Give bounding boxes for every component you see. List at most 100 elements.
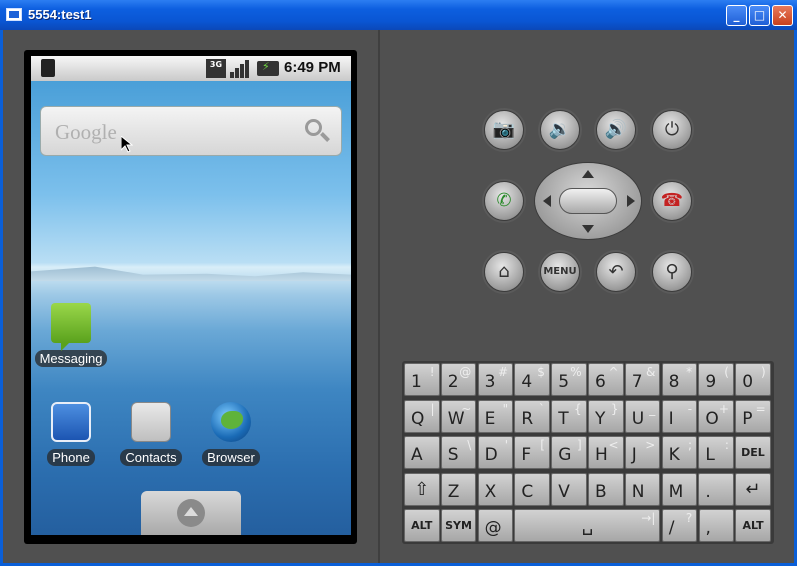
power-icon: ⏻	[664, 119, 680, 140]
key-row2-2[interactable]: E "	[477, 399, 514, 433]
key-row3-0[interactable]: A	[404, 436, 440, 469]
status-bar[interactable]: 3G 6:49 PM	[31, 56, 351, 81]
key-row1-8[interactable]: 9(	[698, 363, 734, 396]
key-row5-1[interactable]: SYM	[440, 509, 477, 542]
call-button[interactable]: ✆	[484, 181, 524, 221]
camera-button[interactable]: 📷	[484, 110, 524, 150]
key-row5-6[interactable]: ALT	[735, 509, 771, 542]
title-bar[interactable]: 5554:test1 _ □ ✕	[0, 0, 797, 30]
key-row4-5[interactable]: B	[588, 472, 624, 506]
dpad-center-button[interactable]	[559, 188, 617, 214]
key-label: O	[705, 408, 719, 429]
key-label: E	[484, 408, 496, 429]
key-row4-9[interactable]: ↵	[735, 472, 771, 506]
home-button[interactable]: ⌂	[484, 252, 524, 292]
app-drawer-handle[interactable]	[141, 491, 241, 535]
app-phone[interactable]: Phone	[33, 402, 109, 466]
key-label: U	[631, 408, 645, 429]
dpad[interactable]	[534, 162, 642, 240]
key-row2-8[interactable]: O +	[698, 399, 734, 433]
app-messaging[interactable]: Messaging	[33, 303, 109, 367]
google-search-widget[interactable]: Google	[40, 106, 342, 156]
key-alt-label: [	[540, 438, 545, 452]
app-contacts[interactable]: Contacts	[113, 402, 189, 466]
key-row5-4[interactable]: /?	[661, 509, 698, 542]
close-button[interactable]: ✕	[772, 5, 793, 26]
minimize-button[interactable]: _	[726, 5, 747, 26]
back-icon: ↶	[608, 261, 624, 282]
key-row1-7[interactable]: 8 *	[661, 363, 698, 396]
call-icon: ✆	[496, 190, 512, 211]
key-label: B	[595, 481, 607, 502]
key-row4-0[interactable]: ⇧	[404, 472, 440, 506]
key-row4-1[interactable]: Z	[440, 472, 477, 506]
volume-up-button[interactable]: 🔊	[596, 110, 636, 150]
key-row2-5[interactable]: Y}	[588, 399, 624, 433]
key-row1-5[interactable]: 6 ^	[588, 363, 624, 396]
key-label: 0	[742, 372, 754, 392]
key-row5-2[interactable]: @	[477, 509, 514, 542]
key-row3-3[interactable]: F[	[514, 436, 550, 469]
key-label: Z	[447, 481, 460, 502]
key-row1-6[interactable]: 7 &	[624, 363, 661, 396]
key-row3-5[interactable]: H <	[588, 436, 624, 469]
dpad-left-arrow-icon[interactable]	[543, 195, 551, 207]
space-key[interactable]: ␣ →|	[514, 509, 661, 542]
key-label: G	[558, 445, 572, 465]
dpad-up-arrow-icon[interactable]	[582, 170, 594, 178]
volume-down-button[interactable]: 🔉	[540, 110, 580, 150]
key-row2-6[interactable]: U _	[624, 399, 661, 433]
power-button[interactable]: ⏻	[652, 110, 692, 150]
key-alt-label: ~	[461, 401, 472, 416]
key-row2-9[interactable]: P =	[735, 399, 771, 433]
key-row4-6[interactable]: N	[624, 472, 661, 506]
key-row3-7[interactable]: K;	[661, 436, 698, 469]
key-label: .	[705, 481, 711, 502]
key-row5-5[interactable]: ,	[698, 509, 734, 542]
key-row4-7[interactable]: M	[661, 472, 698, 506]
key-row2-3[interactable]: R `	[514, 399, 550, 433]
key-row3-2[interactable]: D '	[477, 436, 514, 469]
key-alt-label: ;	[688, 438, 693, 452]
key-row1-3[interactable]: 4 $	[514, 363, 550, 396]
end-call-button[interactable]: ☎	[652, 181, 692, 221]
dpad-right-arrow-icon[interactable]	[627, 195, 635, 207]
key-row1-0[interactable]: 1!	[404, 363, 440, 396]
key-row1-4[interactable]: 5%	[551, 363, 587, 396]
key-label: 5	[558, 372, 570, 392]
back-button[interactable]: ↶	[596, 252, 636, 292]
menu-button[interactable]: MENU	[540, 252, 580, 292]
key-alt-label: )	[761, 365, 766, 379]
key-row2-4[interactable]: T{	[551, 399, 587, 433]
key-row3-1[interactable]: S \	[440, 436, 477, 469]
key-label: ,	[705, 518, 711, 538]
key-row3-8[interactable]: L:	[698, 436, 734, 469]
key-row1-1[interactable]: 2 @	[440, 363, 477, 396]
maximize-button[interactable]: □	[749, 5, 770, 26]
key-row4-8[interactable]: .	[698, 472, 734, 506]
key-row1-9[interactable]: 0)	[735, 363, 771, 396]
key-row2-1[interactable]: W ~	[440, 399, 477, 433]
key-label: F	[521, 445, 532, 465]
key-row3-6[interactable]: J >	[624, 436, 661, 469]
app-browser[interactable]: Browser	[193, 402, 269, 466]
dpad-down-arrow-icon[interactable]	[582, 225, 594, 233]
key-row2-0[interactable]: Q |	[404, 399, 440, 433]
app-label-phone: Phone	[47, 449, 95, 466]
search-icon[interactable]	[303, 117, 333, 147]
key-row4-4[interactable]: V	[551, 472, 587, 506]
key-label: N	[631, 481, 645, 502]
key-row4-3[interactable]: C	[514, 472, 550, 506]
volume-down-icon: 🔉	[548, 119, 572, 140]
key-row5-0[interactable]: ALT	[404, 509, 440, 542]
mouse-cursor-icon	[121, 136, 133, 153]
key-row3-4[interactable]: G]	[551, 436, 587, 469]
key-row1-2[interactable]: 3 #	[477, 363, 514, 396]
key-row2-7[interactable]: I-	[661, 399, 698, 433]
key-label: 1	[411, 372, 422, 392]
key-row3-9[interactable]: DEL	[735, 436, 771, 469]
key-label: S	[447, 445, 459, 465]
key-label: ⇧	[414, 478, 430, 500]
key-row4-2[interactable]: X	[477, 472, 514, 506]
search-button[interactable]: ⚲	[652, 252, 692, 292]
